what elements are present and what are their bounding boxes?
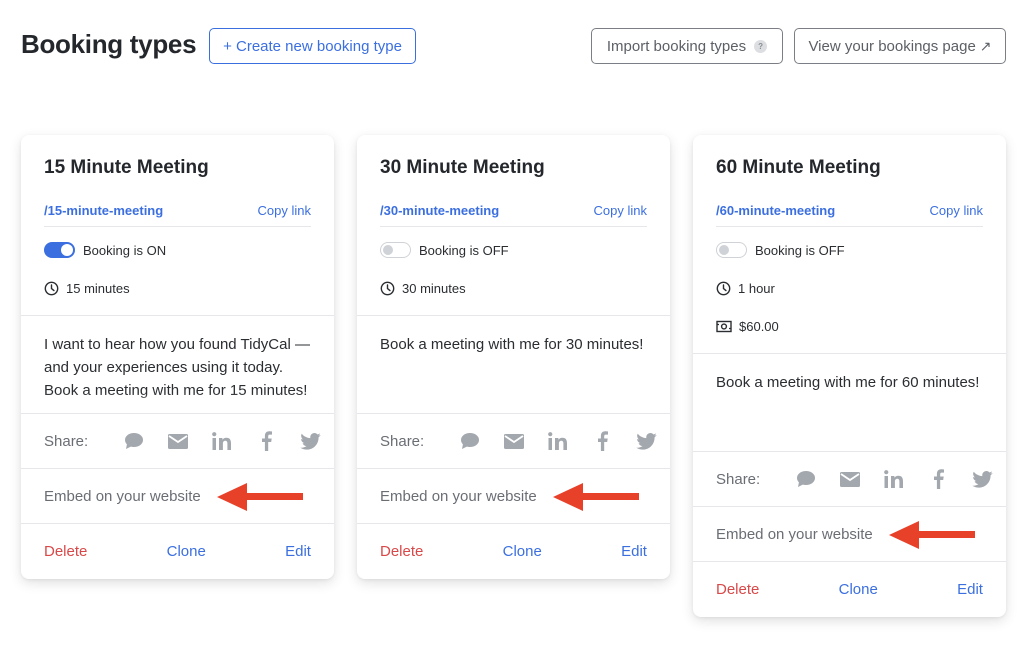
duration-row: 30 minutes — [380, 280, 647, 296]
price: $60.00 — [739, 318, 779, 334]
clone-button[interactable]: Clone — [839, 581, 878, 598]
email-icon[interactable] — [156, 433, 200, 449]
card-header: 15 Minute Meeting /15-minute-meeting Cop… — [21, 135, 334, 315]
share-row: Share: — [693, 451, 1006, 506]
booking-slug-link[interactable]: /60-minute-meeting — [716, 203, 835, 218]
edit-button[interactable]: Edit — [285, 543, 311, 560]
embed-label: Embed on your website — [716, 525, 873, 543]
view-bookings-page-button[interactable]: View your bookings page ↗ — [794, 28, 1006, 64]
booking-type-card: 15 Minute Meeting /15-minute-meeting Cop… — [21, 135, 334, 579]
edit-button[interactable]: Edit — [621, 543, 647, 560]
share-label: Share: — [44, 432, 89, 450]
embed-on-website-button[interactable]: Embed on your website — [357, 468, 670, 523]
annotation-arrow-icon — [889, 521, 975, 549]
share-label: Share: — [380, 432, 425, 450]
clock-icon — [44, 281, 59, 295]
slug-row: /15-minute-meeting Copy link — [44, 203, 311, 227]
duration-row: 1 hour — [716, 280, 983, 296]
sms-icon[interactable] — [784, 470, 828, 488]
page-title: Booking types — [21, 29, 197, 59]
copy-link-button[interactable]: Copy link — [594, 203, 647, 218]
card-title: 30 Minute Meeting — [380, 157, 545, 178]
copy-link-button[interactable]: Copy link — [258, 203, 311, 218]
delete-button[interactable]: Delete — [380, 543, 423, 560]
booking-type-card: 30 Minute Meeting /30-minute-meeting Cop… — [357, 135, 670, 579]
slug-row: /60-minute-meeting Copy link — [716, 203, 983, 227]
twitter-icon[interactable] — [288, 432, 332, 450]
duration-row: 15 minutes — [44, 280, 311, 296]
annotation-arrow-icon — [553, 483, 639, 511]
facebook-icon[interactable] — [244, 431, 288, 451]
embed-on-website-button[interactable]: Embed on your website — [693, 506, 1006, 561]
card-header: 30 Minute Meeting /30-minute-meeting Cop… — [357, 135, 670, 315]
email-icon[interactable] — [828, 471, 872, 487]
card-description: Book a meeting with me for 30 minutes! — [357, 315, 670, 413]
facebook-icon[interactable] — [580, 431, 624, 451]
twitter-icon[interactable] — [624, 432, 668, 450]
sms-icon[interactable] — [112, 432, 156, 450]
booking-toggle[interactable] — [380, 242, 411, 258]
price-row: $60.00 — [716, 318, 983, 334]
clock-icon — [716, 281, 731, 295]
booking-toggle[interactable] — [716, 242, 747, 258]
twitter-icon[interactable] — [960, 470, 1004, 488]
copy-link-button[interactable]: Copy link — [930, 203, 983, 218]
import-booking-types-button[interactable]: Import booking types ? — [591, 28, 783, 64]
embed-label: Embed on your website — [380, 487, 537, 505]
import-button-label: Import booking types — [606, 37, 747, 55]
share-row: Share: — [357, 413, 670, 468]
duration: 15 minutes — [66, 280, 130, 296]
annotation-arrow-icon — [217, 483, 303, 511]
sms-icon[interactable] — [448, 432, 492, 450]
booking-type-card: 60 Minute Meeting /60-minute-meeting Cop… — [693, 135, 1006, 617]
booking-toggle[interactable] — [44, 242, 75, 258]
card-description: Book a meeting with me for 60 minutes! — [693, 353, 1006, 451]
card-description: I want to hear how you found TidyCal — a… — [21, 315, 334, 413]
clone-button[interactable]: Clone — [503, 543, 542, 560]
card-title: 15 Minute Meeting — [44, 157, 209, 178]
card-actions: Delete Clone Edit — [693, 561, 1006, 617]
booking-slug-link[interactable]: /30-minute-meeting — [380, 203, 499, 218]
booking-toggle-row: Booking is OFF — [716, 242, 983, 258]
view-button-label: View your bookings page — [808, 37, 976, 55]
slug-row: /30-minute-meeting Copy link — [380, 203, 647, 227]
duration: 30 minutes — [402, 280, 466, 296]
clone-button[interactable]: Clone — [167, 543, 206, 560]
duration: 1 hour — [738, 280, 775, 296]
help-icon[interactable]: ? — [754, 39, 768, 53]
delete-button[interactable]: Delete — [44, 543, 87, 560]
cash-icon — [716, 320, 732, 332]
linkedin-icon[interactable] — [536, 432, 580, 450]
card-actions: Delete Clone Edit — [21, 523, 334, 579]
card-actions: Delete Clone Edit — [357, 523, 670, 579]
booking-toggle-row: Booking is ON — [44, 242, 311, 258]
booking-status: Booking is ON — [83, 242, 167, 258]
embed-on-website-button[interactable]: Embed on your website — [21, 468, 334, 523]
clock-icon — [380, 281, 395, 295]
create-booking-type-button[interactable]: + Create new booking type — [209, 28, 416, 64]
delete-button[interactable]: Delete — [716, 581, 759, 598]
edit-button[interactable]: Edit — [957, 581, 983, 598]
linkedin-icon[interactable] — [872, 470, 916, 488]
facebook-icon[interactable] — [916, 469, 960, 489]
booking-status: Booking is OFF — [419, 242, 509, 258]
external-link-icon: ↗ — [979, 37, 992, 54]
embed-label: Embed on your website — [44, 487, 201, 505]
booking-status: Booking is OFF — [755, 242, 845, 258]
linkedin-icon[interactable] — [200, 432, 244, 450]
share-label: Share: — [716, 470, 761, 488]
card-header: 60 Minute Meeting /60-minute-meeting Cop… — [693, 135, 1006, 353]
booking-toggle-row: Booking is OFF — [380, 242, 647, 258]
share-row: Share: — [21, 413, 334, 468]
email-icon[interactable] — [492, 433, 536, 449]
card-title: 60 Minute Meeting — [716, 157, 881, 178]
booking-slug-link[interactable]: /15-minute-meeting — [44, 203, 163, 218]
